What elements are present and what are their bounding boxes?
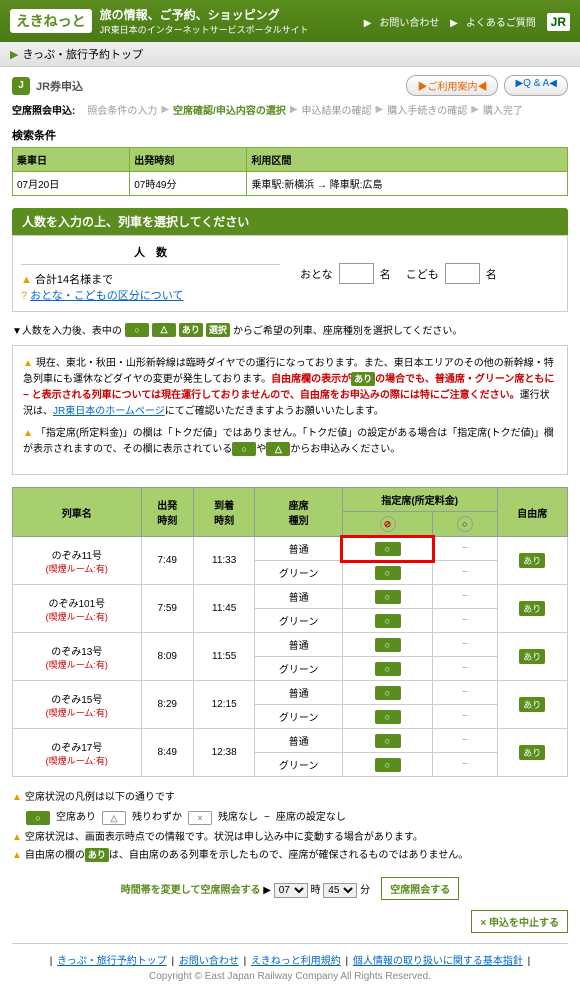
free-seat-badge[interactable]: あり <box>519 601 545 616</box>
seat-type: グリーン <box>255 705 343 729</box>
availability-button[interactable]: ○ <box>375 590 401 604</box>
jr-ticket-icon: J <box>12 77 30 95</box>
availability-none: − <box>462 615 468 626</box>
footer-link[interactable]: お問い合わせ <box>179 956 239 967</box>
availability-button[interactable]: ○ <box>375 638 401 652</box>
availability-button[interactable]: ○ <box>375 686 401 700</box>
availability-none: − <box>462 543 468 554</box>
availability-button[interactable]: ○ <box>375 734 401 748</box>
pax-info-link[interactable]: おとな・こどもの区分について <box>30 290 183 302</box>
header-link-contact[interactable]: ▶お問い合わせ <box>364 18 440 29</box>
subheader[interactable]: ▶きっぷ・旅行予約トップ <box>0 42 580 67</box>
hour-select[interactable]: 07 <box>274 883 308 898</box>
select-icon: 選択 <box>206 323 230 337</box>
seat-type: 普通 <box>255 729 343 753</box>
jr-homepage-link[interactable]: JR東日本のホームページ <box>53 406 165 417</box>
instruction-bar: 人数を入力の上、列車を選択してください <box>12 208 568 235</box>
footer-link[interactable]: 個人情報の取り扱いに関する基本指針 <box>353 956 523 967</box>
dep-time: 8:09 <box>141 633 193 681</box>
seat-type: グリーン <box>255 561 343 585</box>
time-change-row: 時間帯を変更して空席照会する ▶ 07 時 45 分 空席照会する <box>12 877 568 900</box>
logo: えきねっと <box>10 9 92 33</box>
availability-none: − <box>462 711 468 722</box>
sub-tagline: JR東日本のインターネットサービスポータルサイト <box>100 23 309 36</box>
help-icon: ? <box>21 290 27 302</box>
triangle-icon: △ <box>152 323 176 337</box>
page-title: J JR券申込 <box>12 77 83 95</box>
arr-time: 11:33 <box>193 537 254 585</box>
smoking-icon: ○ <box>457 516 473 532</box>
qa-button[interactable]: ▶Q & A◀ <box>504 75 568 96</box>
legend: ▲空席状況の凡例は以下の通りです ○空席あり △残りわずか ×残席なし −座席の… <box>12 789 568 865</box>
train-name: のぞみ101号(喫煙ルーム:有) <box>13 585 142 633</box>
footer-link[interactable]: きっぷ・旅行予約トップ <box>57 956 167 967</box>
adult-input[interactable] <box>339 263 374 284</box>
notice-box: ▲現在、東北・秋田・山形新幹線は臨時ダイヤでの運行になっております。また、東日本… <box>12 345 568 475</box>
seat-type: 普通 <box>255 681 343 705</box>
pax-header: 人 数 <box>21 244 280 265</box>
arr-time: 12:38 <box>193 729 254 777</box>
seat-type: 普通 <box>255 633 343 657</box>
condition-table: 乗車日出発時刻利用区間 07月20日07時49分乗車駅:新横浜 → 降車駅:広島 <box>12 147 568 196</box>
footer: | きっぷ・旅行予約トップ | お問い合わせ | えきねっと利用規約 | 個人情… <box>12 943 568 990</box>
availability-none: − <box>462 759 468 770</box>
seat-type: グリーン <box>255 609 343 633</box>
arr-time: 11:45 <box>193 585 254 633</box>
child-input[interactable] <box>445 263 480 284</box>
search-availability-button[interactable]: 空席照会する <box>381 877 459 900</box>
site-header: えきねっと 旅の情報、ご予約、ショッピング JR東日本のインターネットサービスポ… <box>0 0 580 42</box>
availability-none: − <box>462 567 468 578</box>
availability-none: − <box>462 687 468 698</box>
no-smoking-icon: ⊘ <box>380 516 396 532</box>
train-name: のぞみ11号(喫煙ルーム:有) <box>13 537 142 585</box>
header-links: ▶お問い合わせ ▶よくあるご質問 JR <box>356 14 570 29</box>
select-instruction: ▼人数を入力後、表中の ○ △ あり 選択 からご希望の列車、座席種別を選択して… <box>12 322 568 337</box>
seat-type: 普通 <box>255 585 343 609</box>
jr-logo: JR <box>547 13 570 31</box>
free-seat-badge[interactable]: あり <box>519 649 545 664</box>
search-cond-title: 検索条件 <box>12 127 568 143</box>
seat-type: グリーン <box>255 753 343 777</box>
dep-time: 7:49 <box>141 537 193 585</box>
header-link-faq[interactable]: ▶よくあるご質問 <box>450 18 536 29</box>
dep-time: 8:49 <box>141 729 193 777</box>
availability-button[interactable]: ○ <box>375 542 401 556</box>
free-seat-badge[interactable]: あり <box>519 697 545 712</box>
seat-type: 普通 <box>255 537 343 561</box>
availability-none: − <box>462 735 468 746</box>
availability-button[interactable]: ○ <box>375 710 401 724</box>
availability-button[interactable]: ○ <box>375 758 401 772</box>
warning-icon: ▲ <box>21 274 32 286</box>
circle-icon: ○ <box>125 323 149 337</box>
minute-select[interactable]: 45 <box>323 883 357 898</box>
breadcrumb: 空席照会申込: 照会条件の入力▶ 空席確認/申込内容の選択▶ 申込結果の確認▶ … <box>12 102 568 117</box>
availability-none: − <box>462 591 468 602</box>
passenger-box: 人 数 ▲合計14名様まで ?おとな・こどもの区分について おとな 名 こども … <box>12 235 568 312</box>
tagline: 旅の情報、ご予約、ショッピング <box>100 6 309 23</box>
dep-time: 7:59 <box>141 585 193 633</box>
train-table: 列車名 出発 時刻 到着 時刻 座席 種別 指定席(所定料金) 自由席 ⊘ ○ … <box>12 487 568 777</box>
arr-time: 11:55 <box>193 633 254 681</box>
cancel-button[interactable]: × 申込を中止する <box>471 910 568 933</box>
free-seat-badge[interactable]: あり <box>519 745 545 760</box>
availability-none: − <box>462 663 468 674</box>
availability-none: − <box>462 639 468 650</box>
footer-link[interactable]: えきねっと利用規約 <box>251 956 341 967</box>
arr-time: 12:15 <box>193 681 254 729</box>
guide-button[interactable]: ▶ご利用案内◀ <box>406 75 498 96</box>
availability-button[interactable]: ○ <box>375 566 401 580</box>
free-seat-badge[interactable]: あり <box>519 553 545 568</box>
availability-button[interactable]: ○ <box>375 662 401 676</box>
availability-button[interactable]: ○ <box>375 614 401 628</box>
seat-type: グリーン <box>255 657 343 681</box>
train-name: のぞみ13号(喫煙ルーム:有) <box>13 633 142 681</box>
ari-icon: あり <box>179 323 203 337</box>
train-name: のぞみ15号(喫煙ルーム:有) <box>13 681 142 729</box>
train-name: のぞみ17号(喫煙ルーム:有) <box>13 729 142 777</box>
dep-time: 8:29 <box>141 681 193 729</box>
